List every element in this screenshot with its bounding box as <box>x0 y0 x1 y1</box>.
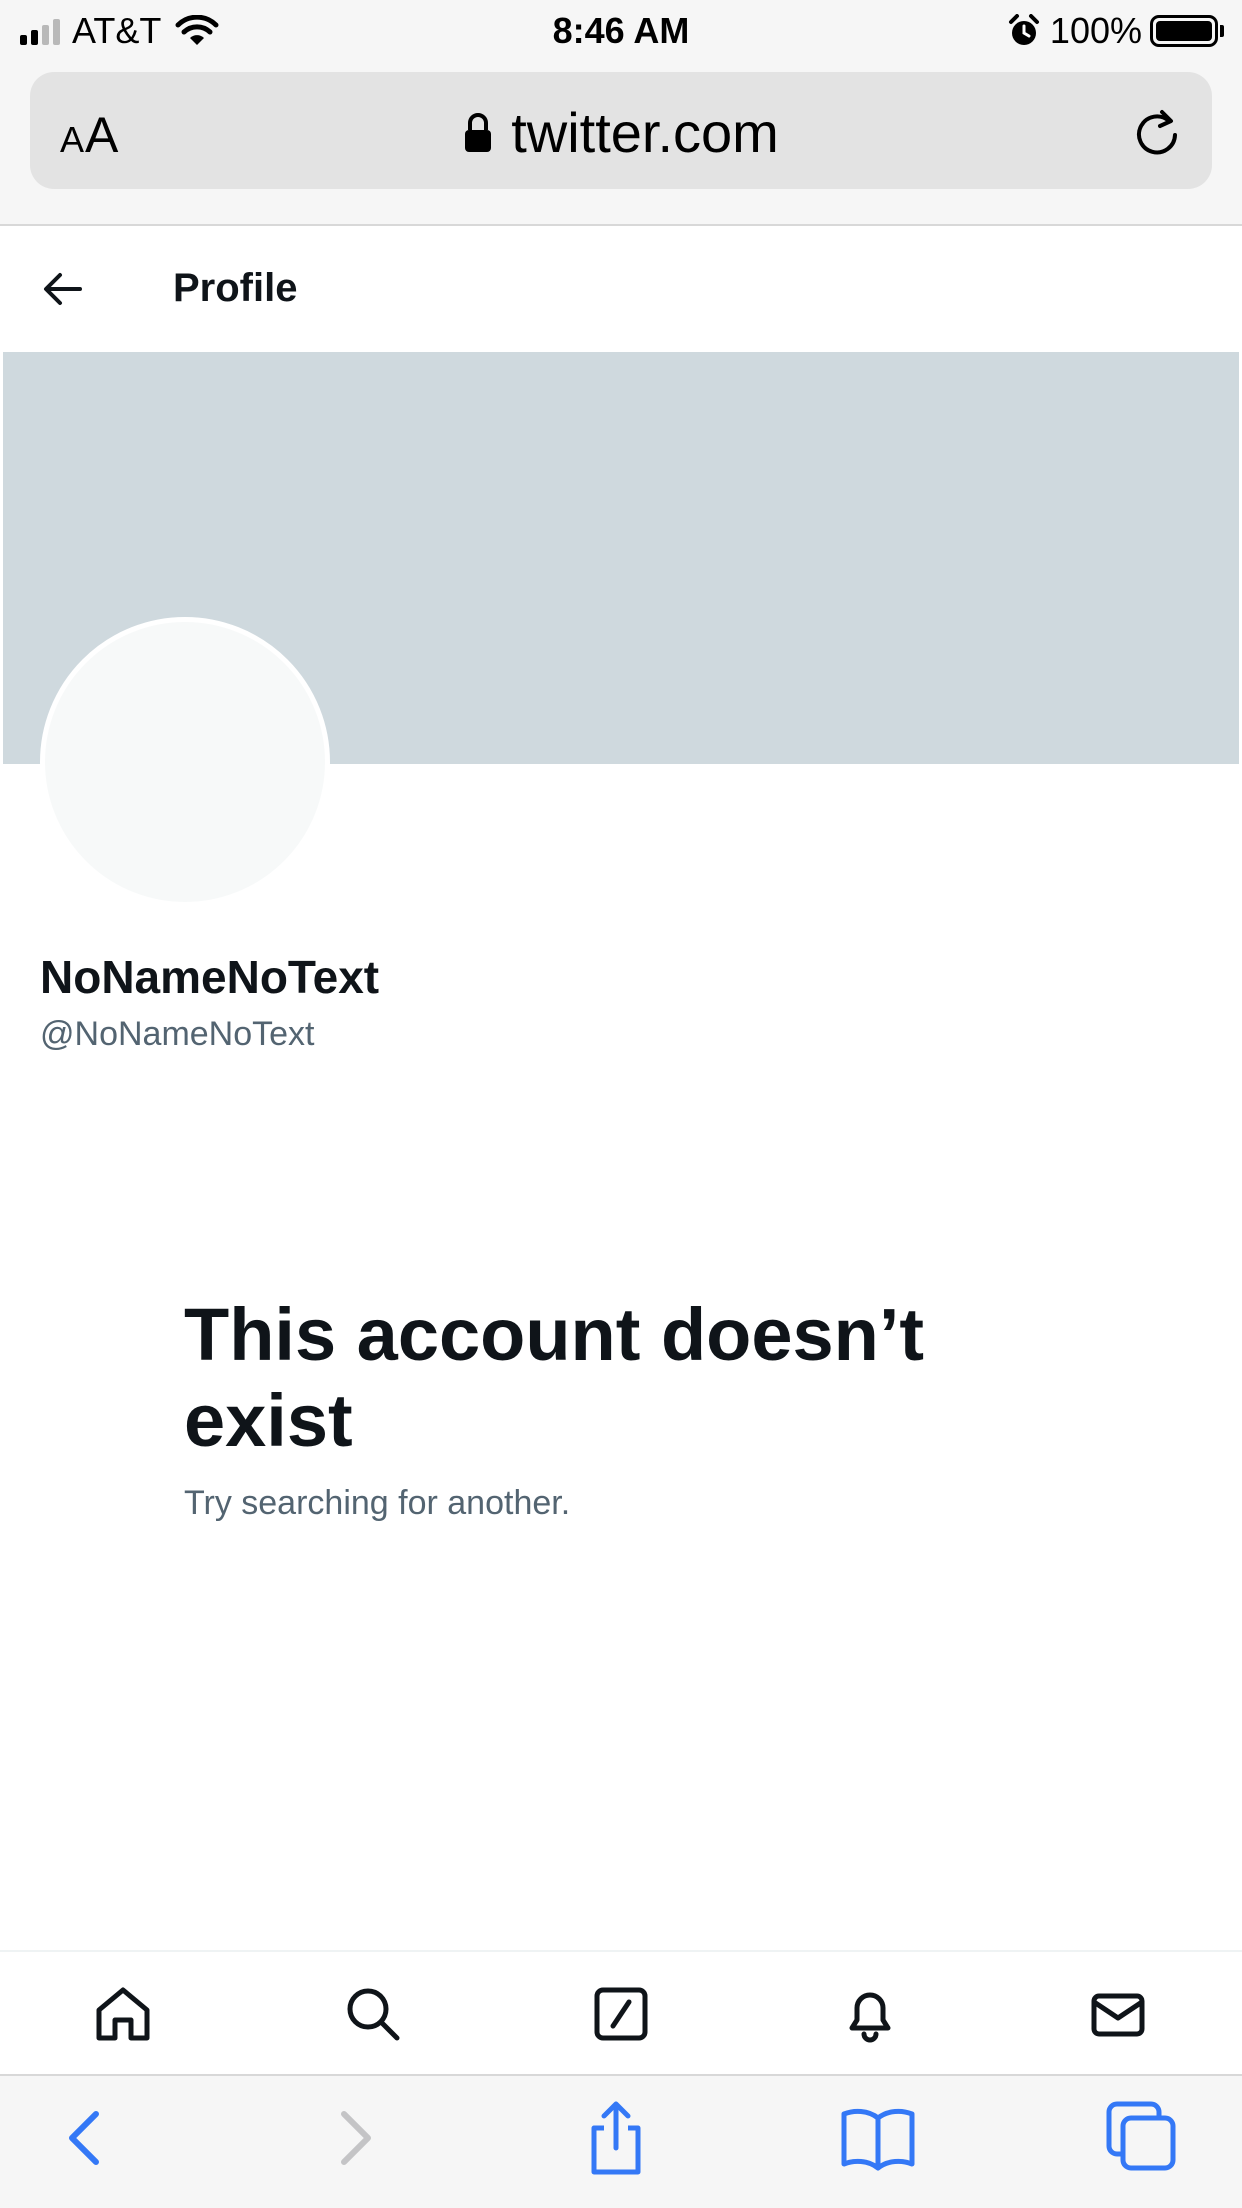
profile-header: Profile <box>0 226 1242 352</box>
url-text: twitter.com <box>511 101 779 164</box>
empty-state-title: This account doesn’t exist <box>184 1293 925 1462</box>
address-bar[interactable]: AA twitter.com <box>30 72 1212 189</box>
messages-icon[interactable] <box>1086 1982 1150 2046</box>
url-display[interactable]: twitter.com <box>30 100 1212 165</box>
screen: AT&T 8:46 AM 100% AA twitter.com Profile… <box>0 0 1242 2208</box>
safari-toolbar <box>0 2074 1242 2208</box>
browser-back-icon[interactable] <box>46 2098 126 2178</box>
battery-percent: 100% <box>1049 10 1142 51</box>
alarm-icon <box>1008 14 1039 45</box>
avatar[interactable] <box>40 617 330 907</box>
display-name: NoNameNoText <box>40 951 380 1003</box>
status-bar: AT&T 8:46 AM 100% <box>0 0 1242 62</box>
battery-icon <box>1150 15 1218 47</box>
back-arrow-icon[interactable] <box>40 266 86 312</box>
share-icon[interactable] <box>576 2098 656 2178</box>
tabs-icon[interactable] <box>1101 2098 1181 2178</box>
browser-address-area: AA twitter.com <box>0 62 1242 226</box>
status-right: 100% <box>1008 10 1224 52</box>
bottom-nav <box>0 1950 1242 2074</box>
notifications-icon[interactable] <box>838 1982 902 2046</box>
search-icon[interactable] <box>341 1982 405 2046</box>
user-handle: @NoNameNoText <box>40 1015 315 1053</box>
compose-icon[interactable] <box>589 1982 653 2046</box>
home-icon[interactable] <box>91 1982 155 2046</box>
page-title: Profile <box>173 266 298 310</box>
bookmarks-icon[interactable] <box>838 2098 918 2178</box>
empty-state-subtitle: Try searching for another. <box>184 1484 571 1522</box>
browser-forward-icon <box>341 2111 371 2165</box>
battery-cap <box>1220 25 1224 37</box>
reload-icon[interactable] <box>1132 104 1182 158</box>
lock-icon <box>465 112 492 152</box>
